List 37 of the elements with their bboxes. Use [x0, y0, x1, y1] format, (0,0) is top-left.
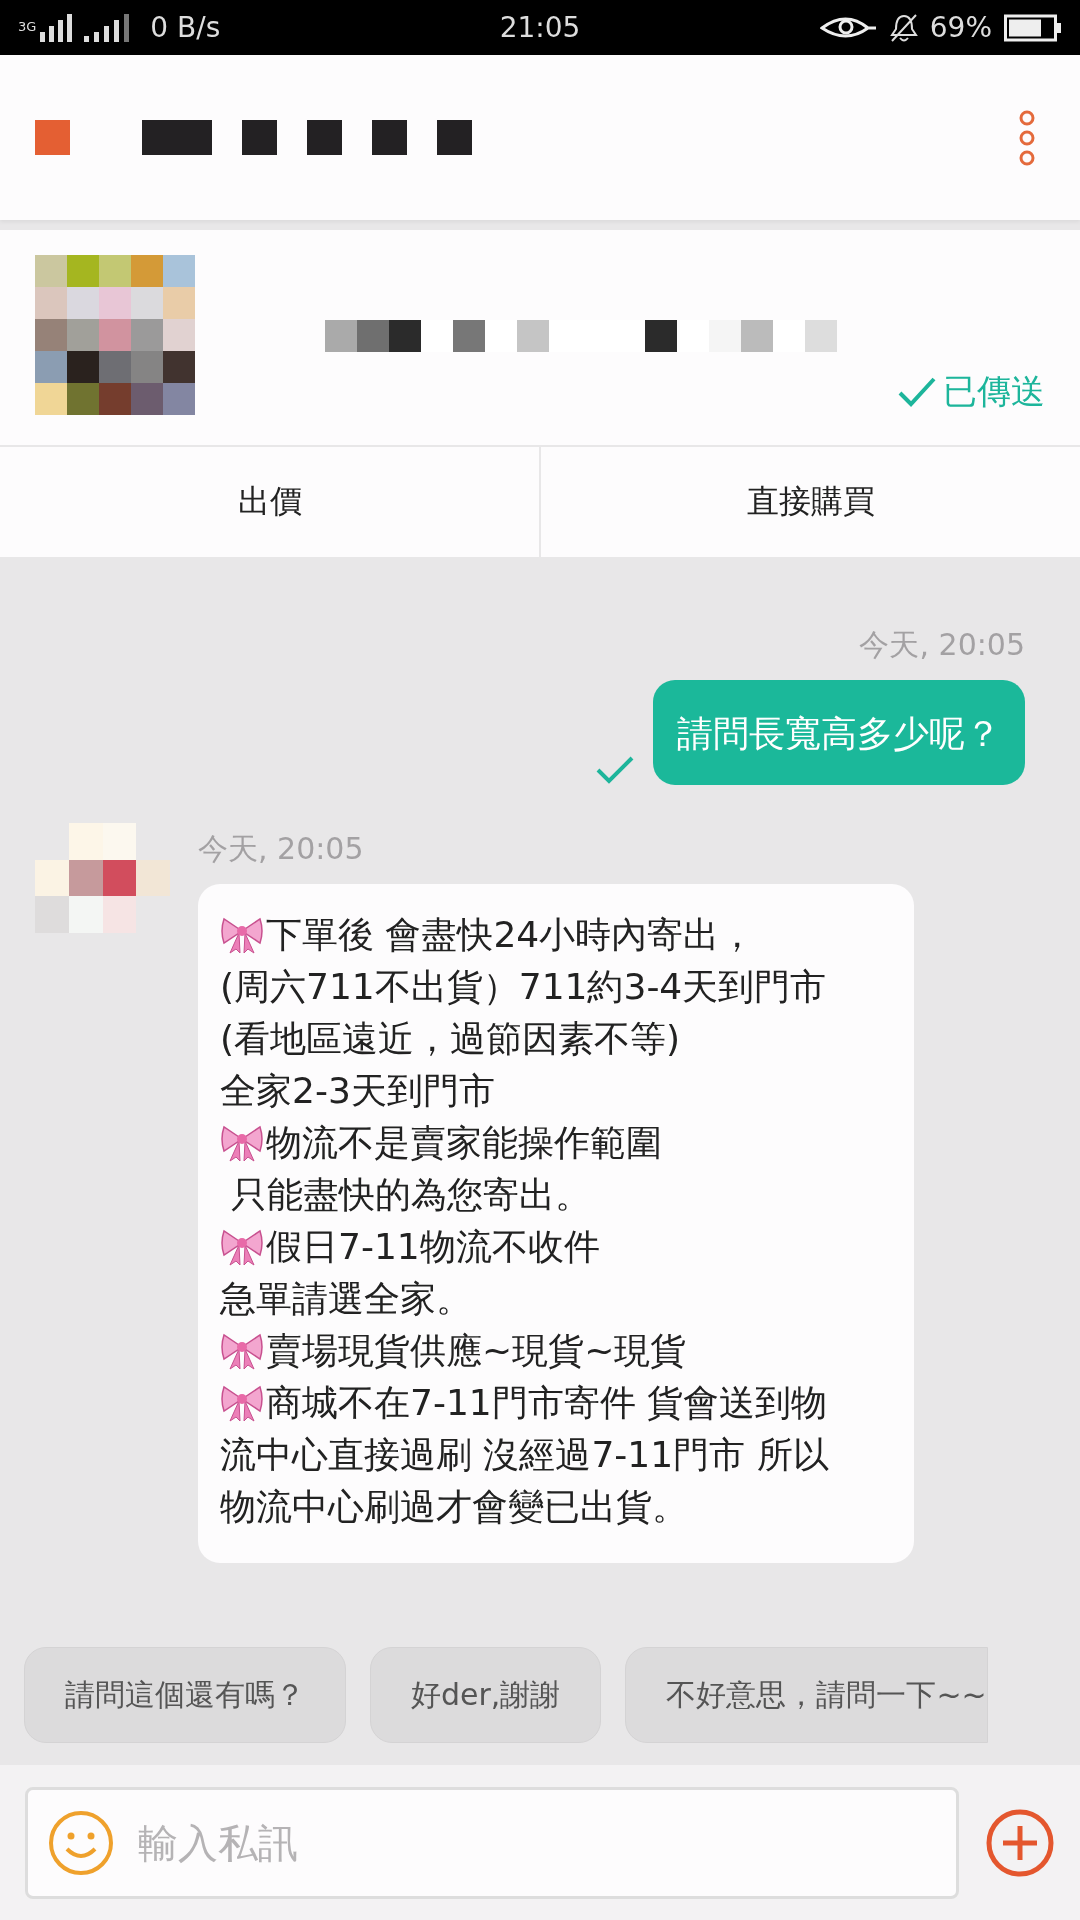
message-line: 物流不是賣家能操作範圍 [266, 1121, 662, 1165]
product-photo-placeholder[interactable] [35, 255, 195, 415]
quick-reply-chip[interactable]: 請問這個還有嗎？ [24, 1647, 346, 1743]
message-line: 商城不在7-11門市寄件 貨會送到物 [266, 1381, 828, 1425]
ribbon-icon [220, 1331, 264, 1371]
message-line: 假日7-11物流不收件 [266, 1225, 600, 1269]
message-line: 急單請選全家。 [220, 1277, 473, 1321]
message-line: 請問長寬高多少呢？ [677, 712, 1001, 756]
clock-time: 21:05 [499, 11, 581, 44]
message-line: (周六711不出貨）711約3-4天到門市 [220, 965, 828, 1009]
check-icon [897, 376, 937, 408]
message-line: 賣場現貨供應~現貨~現貨 [266, 1329, 687, 1373]
battery-icon [1004, 13, 1062, 42]
signal-icon [40, 13, 75, 42]
quick-reply-chip[interactable]: 不好意思，請問一下~~ [625, 1647, 988, 1743]
message-line: 只能盡快的為您寄出。 [230, 1173, 593, 1217]
message-line: 物流中心刷過才會變已出貨。 [220, 1485, 689, 1529]
network-type: 3G [18, 19, 37, 34]
message-time: 今天, 20:05 [859, 626, 1025, 664]
quick-reply-chip[interactable]: 好der,謝謝 [370, 1647, 602, 1743]
message-line: 流中心直接過刷 沒經過7-11門市 所以 [220, 1433, 830, 1477]
avatar-placeholder[interactable] [35, 823, 170, 933]
message-input-field[interactable]: 輸入私訊 [25, 1786, 959, 1899]
add-icon[interactable] [985, 1807, 1055, 1878]
message-time: 今天, 20:05 [198, 830, 365, 868]
emoji-smiley-icon[interactable] [47, 1808, 115, 1877]
battery-percent: 69% [929, 11, 992, 44]
message-line: (看地區遠近，過節因素不等) [220, 1017, 682, 1061]
ribbon-icon [220, 1383, 264, 1423]
ribbon-icon [220, 1227, 264, 1267]
mute-bell-icon [889, 12, 918, 43]
network-speed: 0 B/s [150, 11, 221, 44]
ribbon-icon [220, 1123, 264, 1163]
status-text: 已傳送 [943, 370, 1045, 413]
message-line: 下單後 會盡快24小時內寄出， [266, 913, 756, 957]
ribbon-icon [220, 915, 264, 955]
message-line: 全家2-3天到門市 [220, 1069, 496, 1113]
